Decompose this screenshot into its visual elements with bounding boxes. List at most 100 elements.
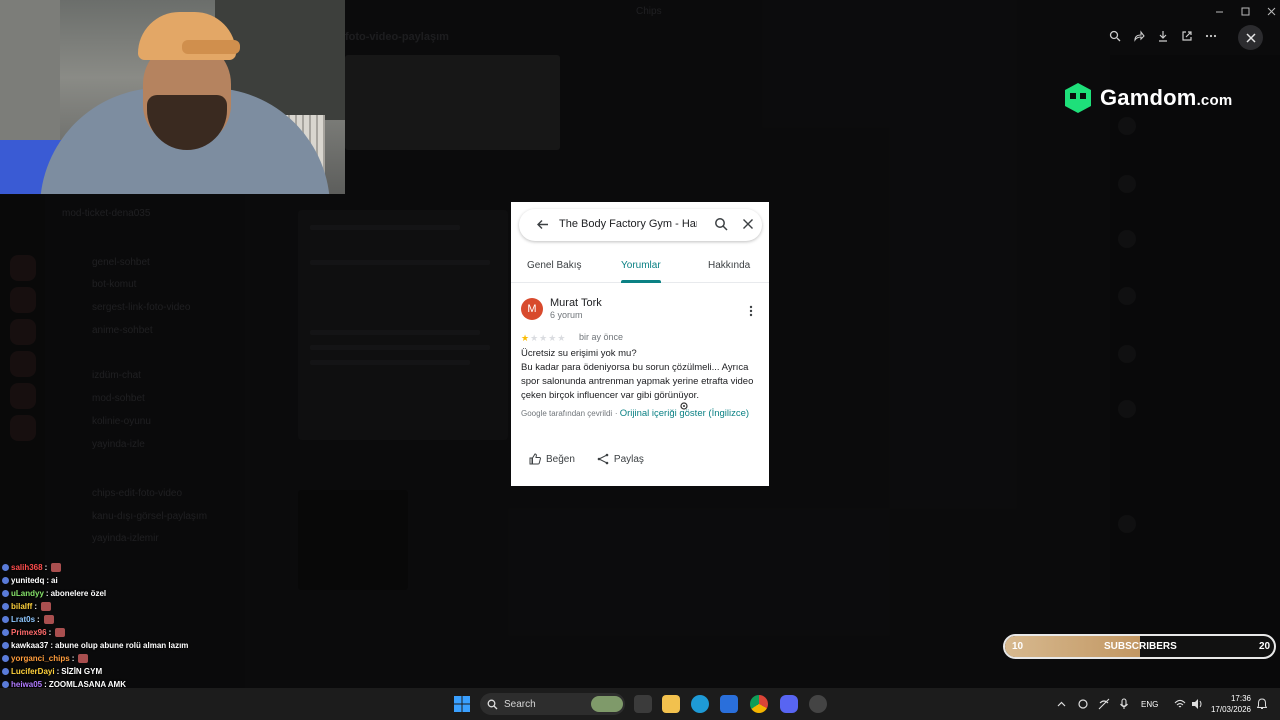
tab-about[interactable]: Hakkında — [708, 260, 750, 271]
chat-badge-icon — [2, 642, 9, 649]
chat-emote-icon — [41, 602, 52, 611]
chat-message: Lrat0s : — [2, 613, 242, 626]
star-icon: ★ — [548, 333, 557, 343]
reviewer-name[interactable]: Murat Tork — [550, 297, 602, 309]
open-external-icon[interactable] — [1177, 26, 1197, 46]
cursor-icon — [680, 402, 688, 410]
chat-message: bilalff : — [2, 600, 242, 613]
windows-taskbar: Search ENG 17:36 17/03/2026 — [0, 688, 1280, 720]
chat-message: yorganci_chips : — [2, 652, 242, 665]
chat-username: yorganci_chips — [11, 654, 70, 663]
chat-username: bilalff — [11, 602, 33, 611]
subscriber-goal: 20 — [1259, 641, 1271, 652]
brand-suffix: .com — [1196, 92, 1233, 109]
chat-text: SİZİN GYM — [61, 667, 103, 676]
translation-row: Google tarafından çevrildi · Orijinal iç… — [521, 408, 750, 419]
chat-username: uLandyy — [11, 589, 44, 598]
chrome-icon[interactable] — [750, 695, 768, 713]
wifi-icon[interactable] — [1174, 698, 1186, 710]
share-button[interactable]: Paylaş — [597, 453, 644, 465]
brand-name: Gamdom — [1100, 85, 1197, 110]
chat-text: ai — [51, 576, 58, 585]
chat-username: kawkaa37 — [11, 641, 49, 650]
microphone-icon[interactable] — [1119, 698, 1129, 710]
chat-username: Lrat0s — [11, 615, 36, 624]
review-date: bir ay önce — [579, 332, 624, 342]
chat-badge-icon — [2, 590, 9, 597]
chat-emote-icon — [78, 654, 89, 663]
task-view-icon[interactable] — [634, 695, 652, 713]
chat-badge-icon — [2, 629, 9, 636]
streamer-webcam — [0, 0, 345, 194]
reviewer-review-count: 6 yorum — [550, 310, 583, 320]
more-options-icon[interactable] — [1201, 26, 1221, 46]
system-tray: ENG — [1057, 688, 1203, 720]
taskbar-clock[interactable]: 17:36 17/03/2026 — [1203, 693, 1251, 715]
chat-emote-icon — [51, 563, 62, 572]
chat-badge-icon — [2, 603, 9, 610]
close-icon[interactable] — [742, 218, 754, 230]
star-icon: ★ — [539, 333, 548, 343]
star-icon: ★ — [521, 333, 530, 343]
tab-reviews[interactable]: Yorumlar — [621, 260, 661, 271]
volume-icon[interactable] — [1191, 698, 1203, 710]
close-window-icon[interactable] — [1258, 4, 1280, 18]
reviewer-avatar[interactable]: M — [521, 298, 543, 320]
chat-text: abune olup abune rolü alman lazım — [55, 641, 189, 650]
chat-username: LuciferDayi — [11, 667, 55, 676]
chevron-up-icon[interactable] — [1057, 700, 1066, 709]
subscriber-goal-bar: 10 SUBSCRIBERS 20 — [1003, 634, 1276, 659]
network-off-icon[interactable] — [1098, 698, 1110, 710]
search-icon[interactable] — [714, 217, 728, 231]
tab-overview[interactable]: Genel Bakış — [527, 260, 581, 271]
image-viewer-toolbar — [1105, 26, 1221, 46]
close-icon — [1245, 32, 1256, 43]
more-vertical-icon[interactable] — [749, 305, 753, 317]
clock-date: 17/03/2026 — [1210, 705, 1251, 714]
maximize-icon[interactable] — [1232, 4, 1258, 18]
sponsor-logo: Gamdom.com — [1064, 82, 1232, 114]
file-explorer-icon[interactable] — [662, 695, 680, 713]
forward-icon[interactable] — [1129, 26, 1149, 46]
chat-badge-icon — [2, 668, 9, 675]
review-question: Ücretsiz su erişimi yok mu? — [521, 348, 637, 359]
chat-username: yunitedq — [11, 576, 45, 585]
translation-note: Google tarafından çevrildi — [521, 409, 613, 418]
window-controls — [1206, 4, 1280, 18]
chat-message: yunitedq : ai — [2, 574, 242, 587]
windows-start-icon[interactable] — [454, 696, 470, 712]
taskbar-search[interactable]: Search — [480, 693, 625, 715]
like-button[interactable]: Beğen — [529, 453, 575, 465]
star-rating: ★ ★ ★ ★ ★ — [521, 333, 565, 343]
chat-badge-icon — [2, 564, 9, 571]
language-indicator[interactable]: ENG — [1141, 700, 1158, 709]
share-label: Paylaş — [613, 453, 644, 465]
chat-message: uLandyy : abonelere özel — [2, 587, 242, 600]
obs-icon[interactable] — [809, 695, 827, 713]
store-icon[interactable] — [720, 695, 738, 713]
notification-bell-icon[interactable] — [1257, 698, 1267, 710]
zoom-icon[interactable] — [1105, 26, 1125, 46]
screen: Chips foto-video-paylaşım mod-ticket-den… — [0, 0, 1280, 720]
search-icon — [487, 699, 498, 709]
chat-badge-icon — [2, 616, 9, 623]
download-icon[interactable] — [1153, 26, 1173, 46]
chat-emote-icon — [43, 615, 54, 624]
sync-icon[interactable] — [1077, 698, 1089, 710]
chat-message: kawkaa37 : abune olup abune rolü alman l… — [2, 639, 242, 652]
minimize-icon[interactable] — [1206, 4, 1232, 18]
discord-icon[interactable] — [780, 695, 798, 713]
chat-badge-icon — [2, 681, 9, 688]
place-search-bar[interactable]: The Body Factory Gym - Harlow — [519, 209, 762, 241]
chat-badge-icon — [2, 655, 9, 662]
chat-text: abonelere özel — [50, 589, 107, 598]
close-viewer-button[interactable] — [1238, 25, 1263, 50]
place-search-text[interactable]: The Body Factory Gym - Harlow — [559, 218, 697, 230]
chat-username: salih368 — [11, 563, 43, 572]
edge-browser-icon[interactable] — [691, 695, 709, 713]
back-arrow-icon[interactable] — [536, 218, 549, 231]
maps-review-panel: The Body Factory Gym - Harlow Genel Bakı… — [511, 202, 769, 486]
chat-message: Primex96 : — [2, 626, 242, 639]
chat-message: salih368 : — [2, 561, 242, 574]
star-icon: ★ — [530, 333, 539, 343]
